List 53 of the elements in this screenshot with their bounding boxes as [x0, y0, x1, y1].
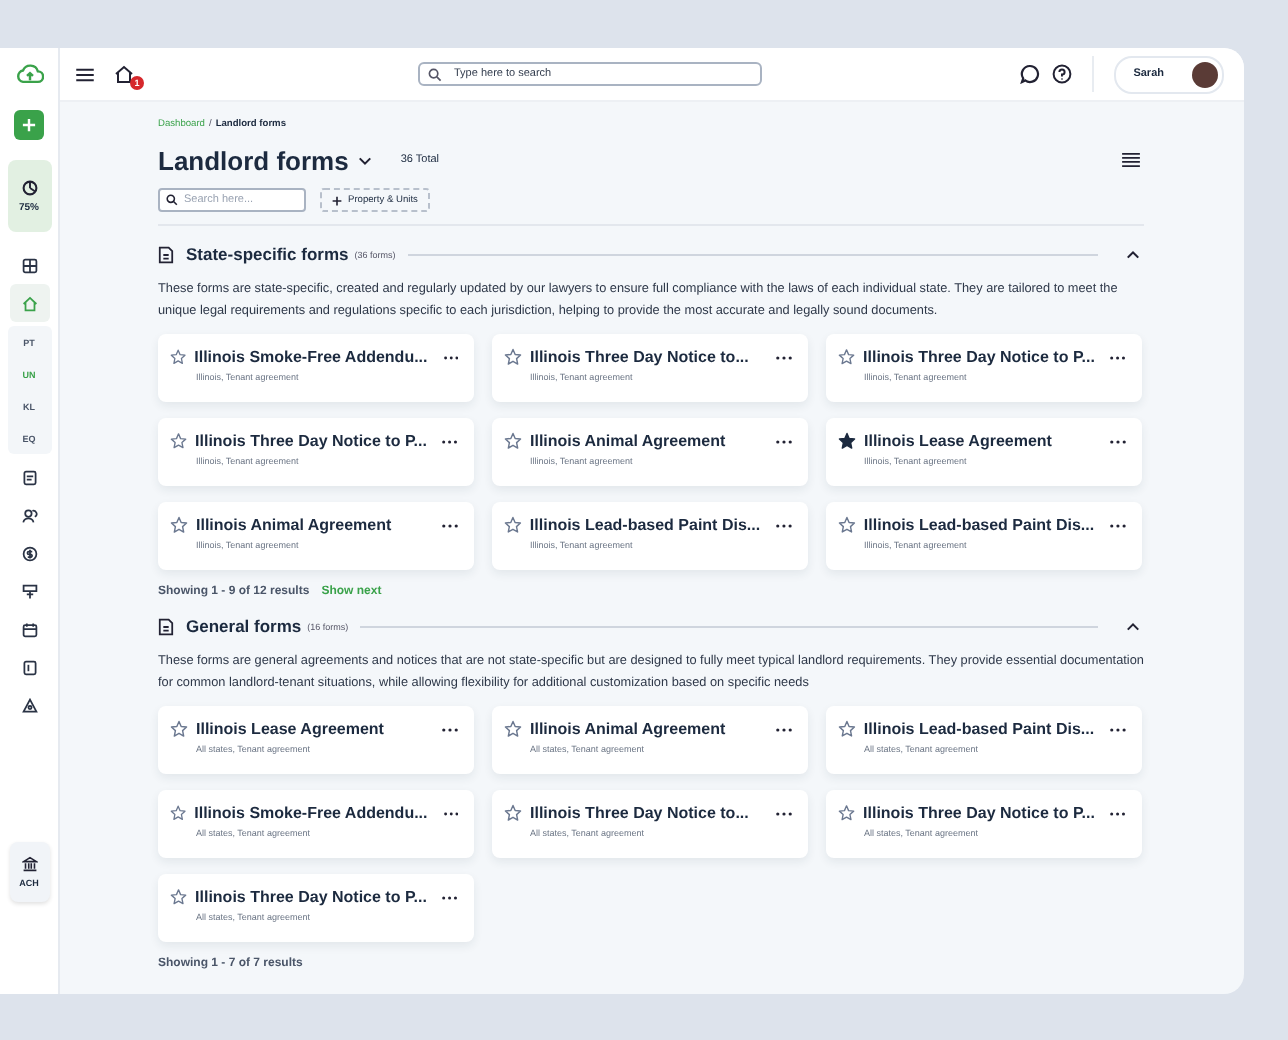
form-title: Illinois Lead-based Paint Dis...	[529, 516, 761, 534]
page-title: Landlord forms	[158, 145, 349, 175]
plus-icon	[22, 118, 36, 132]
form-title: Illinois Three Day Notice to P...	[863, 348, 1095, 366]
star-icon[interactable]	[838, 804, 856, 822]
add-button[interactable]	[14, 110, 44, 140]
star-icon[interactable]	[504, 516, 522, 534]
caret-icon[interactable]	[358, 155, 373, 165]
cloud-logo-icon[interactable]	[15, 64, 43, 84]
star-icon[interactable]	[170, 348, 187, 366]
avatar	[1192, 61, 1218, 87]
star-icon[interactable]	[504, 348, 522, 366]
star-icon[interactable]	[838, 432, 856, 450]
form-title: Illinois Animal Agreement	[530, 720, 728, 738]
star-icon[interactable]	[170, 804, 187, 822]
form-title: Illinois Three Day Notice to P...	[195, 888, 427, 906]
search-icon	[166, 194, 178, 206]
gauge-icon	[21, 179, 37, 195]
star-icon[interactable]	[504, 432, 522, 450]
form-title: Illinois Lead-based Paint Dis...	[863, 720, 1095, 738]
form-title: Illinois Lease Agreement	[864, 432, 1054, 450]
section-title: State-specific forms	[186, 244, 349, 264]
form-title: Illinois Animal Agreement	[530, 432, 728, 450]
chat-icon[interactable]	[1019, 64, 1040, 84]
document-icon	[158, 245, 174, 263]
chevron-icon[interactable]	[1126, 249, 1140, 259]
plus-icon	[332, 195, 342, 205]
help-icon[interactable]	[1051, 64, 1072, 84]
bank-icon	[21, 856, 37, 872]
list-view-icon[interactable]	[1122, 152, 1140, 168]
form-title: Illinois Three Day Notice to P...	[195, 432, 427, 450]
form-title: Illinois Animal Agreement	[196, 516, 394, 534]
star-icon[interactable]	[170, 516, 188, 534]
form-title: Illinois Lead-based Paint Dis...	[863, 516, 1095, 534]
form-title: Illinois Smoke-Free Addendu...	[194, 348, 428, 366]
menu-icon[interactable]	[76, 67, 94, 81]
star-icon[interactable]	[170, 888, 188, 906]
star-icon[interactable]	[838, 720, 856, 738]
section-title: General forms	[186, 616, 302, 636]
star-icon[interactable]	[170, 432, 188, 450]
document-icon	[158, 617, 174, 635]
form-title: Illinois Smoke-Free Addendu...	[194, 804, 428, 822]
form-title: Illinois Lease Agreement	[196, 720, 386, 738]
star-icon[interactable]	[838, 516, 856, 534]
form-title: Illinois Three Day Notice to...	[530, 348, 751, 366]
search-icon	[428, 67, 442, 81]
form-title: Illinois Three Day Notice to...	[530, 804, 751, 822]
star-icon[interactable]	[838, 348, 856, 366]
star-icon[interactable]	[504, 720, 522, 738]
star-icon[interactable]	[170, 720, 188, 738]
form-title: Illinois Three Day Notice to P...	[863, 804, 1095, 822]
star-icon[interactable]	[504, 804, 522, 822]
chevron-icon[interactable]	[1126, 621, 1140, 631]
